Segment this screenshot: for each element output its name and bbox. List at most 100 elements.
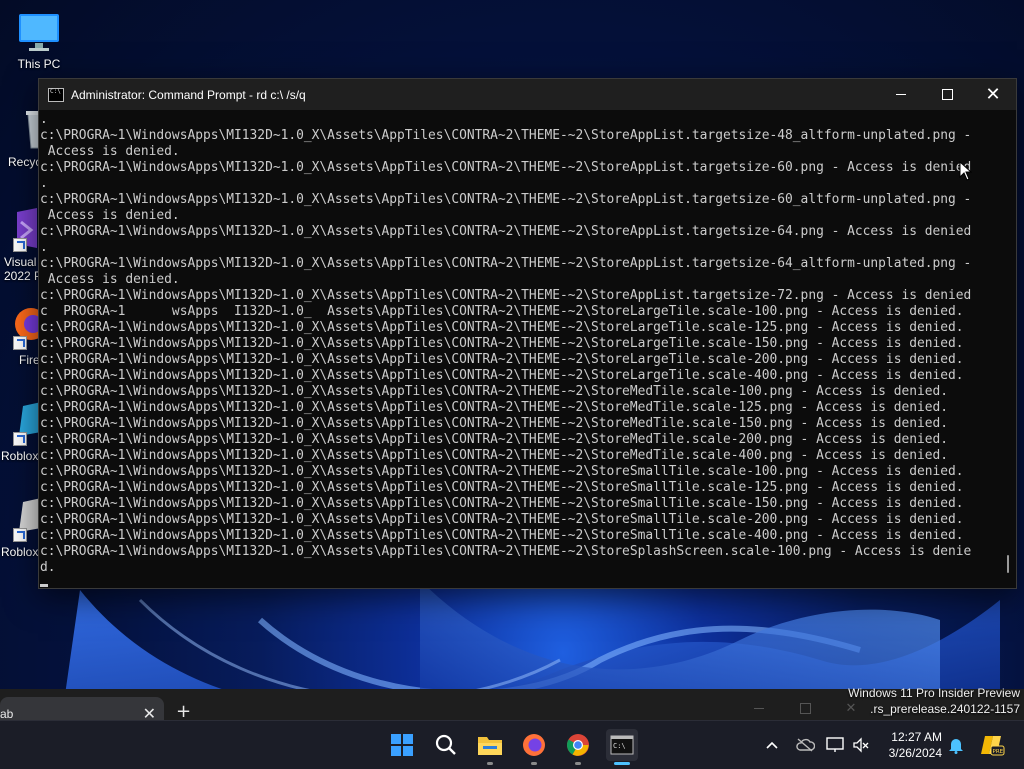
desktop-icon-recycle-bin[interactable]: Recyc bbox=[0, 108, 39, 169]
desktop-icon-visual-studio[interactable]: Visual 2022 P bbox=[0, 208, 39, 283]
svg-text:C:\: C:\ bbox=[613, 742, 626, 750]
console-line: c:\PROGRA~1\WindowsApps\MI132D~1.0_X\Ass… bbox=[40, 544, 972, 559]
console-line: c:\PROGRA~1\WindowsApps\MI132D~1.0_X\Ass… bbox=[40, 464, 964, 479]
console-line: c:\PROGRA~1\WindowsApps\MI132D~1.0_X\Ass… bbox=[40, 320, 964, 335]
running-indicator bbox=[614, 762, 630, 765]
browser-minimize-button[interactable] bbox=[736, 697, 782, 719]
text-cursor bbox=[40, 584, 48, 587]
console-line: Access is denied. bbox=[40, 144, 180, 159]
console-line: . bbox=[40, 176, 48, 191]
cmd-app-icon bbox=[48, 87, 64, 102]
console-line: c:\PROGRA~1\WindowsApps\MI132D~1.0_X\Ass… bbox=[40, 224, 972, 239]
minimize-button[interactable] bbox=[878, 79, 924, 110]
minimize-icon bbox=[896, 94, 906, 95]
file-explorer-icon bbox=[478, 737, 502, 755]
console-line: c PROGRA~1 wsApps I132D~1.0_ Assets\AppT… bbox=[40, 304, 964, 319]
console-line: c:\PROGRA~1\WindowsApps\MI132D~1.0_X\Ass… bbox=[40, 368, 964, 383]
shortcut-arrow-icon bbox=[13, 238, 27, 252]
roblox-icon bbox=[13, 402, 39, 446]
browser-maximize-button[interactable] bbox=[782, 697, 828, 719]
display-tray-button[interactable] bbox=[824, 721, 846, 769]
desktop-icon-label: Roblox bbox=[1, 545, 39, 559]
desktop-icon-roblox-studio[interactable]: Roblox bbox=[0, 498, 39, 559]
running-indicator bbox=[531, 762, 537, 765]
onedrive-tray-button[interactable] bbox=[794, 721, 816, 769]
console-line: c:\PROGRA~1\WindowsApps\MI132D~1.0_X\Ass… bbox=[40, 432, 949, 447]
start-icon bbox=[391, 734, 413, 756]
watermark-line-2: .rs_prerelease.240122-1157 bbox=[870, 702, 1020, 716]
visual-studio-icon bbox=[13, 208, 39, 252]
console-line: Access is denied. bbox=[40, 208, 180, 223]
console-line: . bbox=[40, 240, 48, 255]
console-line: Access is denied. bbox=[40, 272, 180, 287]
firefox-icon bbox=[13, 306, 39, 350]
volume-muted-icon bbox=[853, 737, 869, 753]
cmd-scrollbar-thumb[interactable] bbox=[1007, 555, 1009, 573]
mouse-pointer-icon bbox=[959, 160, 973, 181]
recycle-bin-icon bbox=[17, 108, 39, 152]
taskbar-clock[interactable]: 12:27 AM 3/26/2024 bbox=[889, 729, 942, 761]
desktop-icon-this-pc[interactable]: This PC bbox=[1, 10, 77, 71]
roblox-studio-icon bbox=[13, 498, 39, 542]
console-line: c:\PROGRA~1\WindowsApps\MI132D~1.0_X\Ass… bbox=[40, 336, 964, 351]
show-hidden-icons-button[interactable] bbox=[762, 721, 782, 769]
console-line: c:\PROGRA~1\WindowsApps\MI132D~1.0_X\Ass… bbox=[40, 528, 964, 543]
search-button[interactable] bbox=[430, 729, 462, 761]
monitor-icon bbox=[17, 10, 61, 54]
maximize-button[interactable] bbox=[924, 79, 970, 110]
console-line: c:\PROGRA~1\WindowsApps\MI132D~1.0_X\Ass… bbox=[40, 288, 972, 303]
console-line: c:\PROGRA~1\WindowsApps\MI132D~1.0_X\Ass… bbox=[40, 160, 972, 175]
console-line: c:\PROGRA~1\WindowsApps\MI132D~1.0_X\Ass… bbox=[40, 352, 964, 367]
console-line: c:\PROGRA~1\WindowsApps\MI132D~1.0_X\Ass… bbox=[40, 192, 972, 207]
copilot-pre-icon: PRE bbox=[981, 736, 1005, 756]
console-line: c:\PROGRA~1\WindowsApps\MI132D~1.0_X\Ass… bbox=[40, 480, 964, 495]
window-controls: ✕ bbox=[878, 79, 1016, 110]
cmd-titlebar[interactable]: Administrator: Command Prompt - rd c:\ /… bbox=[39, 79, 1016, 110]
desktop-icon-label: Visual 2022 P bbox=[4, 255, 39, 283]
desktop-icon-roblox-player[interactable]: Roblox bbox=[0, 402, 39, 463]
cloud-offline-icon bbox=[796, 738, 815, 752]
shortcut-arrow-icon bbox=[13, 432, 27, 446]
console-line: c:\PROGRA~1\WindowsApps\MI132D~1.0_X\Ass… bbox=[40, 448, 949, 463]
search-icon bbox=[435, 734, 456, 755]
svg-text:PRE: PRE bbox=[993, 749, 1004, 755]
console-line: c:\PROGRA~1\WindowsApps\MI132D~1.0_X\Ass… bbox=[40, 496, 964, 511]
shortcut-arrow-icon bbox=[13, 336, 27, 350]
notifications-button[interactable] bbox=[946, 721, 966, 769]
console-line: c:\PROGRA~1\WindowsApps\MI132D~1.0_X\Ass… bbox=[40, 384, 949, 399]
clock-date: 3/26/2024 bbox=[888, 746, 942, 760]
maximize-icon bbox=[799, 702, 811, 714]
desktop-icon-label: Roblox bbox=[1, 449, 39, 463]
chrome-icon bbox=[567, 734, 589, 756]
command-prompt-window[interactable]: Administrator: Command Prompt - rd c:\ /… bbox=[38, 78, 1017, 589]
close-button[interactable]: ✕ bbox=[970, 79, 1016, 110]
taskbar: C:\ 12:27 AM 3/26/2024 PRE bbox=[0, 720, 1024, 769]
console-line: c:\PROGRA~1\WindowsApps\MI132D~1.0_X\Ass… bbox=[40, 256, 972, 271]
console-line: c:\PROGRA~1\WindowsApps\MI132D~1.0_X\Ass… bbox=[40, 128, 972, 143]
copilot-button[interactable]: PRE bbox=[978, 721, 1006, 769]
windows-watermark: Windows 11 Pro Insider Preview .rs_prere… bbox=[848, 685, 1020, 717]
console-line: c:\PROGRA~1\WindowsApps\MI132D~1.0_X\Ass… bbox=[40, 512, 964, 527]
minimize-icon bbox=[754, 707, 764, 709]
close-icon: ✕ bbox=[985, 83, 1001, 105]
desktop-icon-firefox[interactable]: Firef bbox=[0, 306, 39, 367]
console-line: c:\PROGRA~1\WindowsApps\MI132D~1.0_X\Ass… bbox=[40, 400, 949, 415]
desktop-icon-label: Recyc bbox=[8, 155, 39, 169]
new-tab-button[interactable]: + bbox=[176, 701, 191, 722]
desktop-icon-label: Firef bbox=[19, 353, 39, 367]
running-indicator bbox=[575, 762, 581, 765]
chrome-taskbar-button[interactable] bbox=[562, 729, 594, 765]
firefox-taskbar-button[interactable] bbox=[518, 729, 550, 765]
cmd-console-output[interactable]: . c:\PROGRA~1\WindowsApps\MI132D~1.0_X\As… bbox=[39, 110, 1016, 588]
command-prompt-taskbar-button[interactable]: C:\ bbox=[606, 729, 638, 765]
desktop-icon-label: This PC bbox=[17, 57, 61, 71]
cmd-window-title: Administrator: Command Prompt - rd c:\ /… bbox=[71, 87, 306, 102]
start-button[interactable] bbox=[386, 729, 418, 761]
shortcut-arrow-icon bbox=[13, 528, 27, 542]
watermark-line-1: Windows 11 Pro Insider Preview bbox=[848, 686, 1020, 700]
console-line: c:\PROGRA~1\WindowsApps\MI132D~1.0_X\Ass… bbox=[40, 416, 949, 431]
display-icon bbox=[826, 737, 844, 752]
volume-tray-button[interactable] bbox=[850, 721, 872, 769]
firefox-icon bbox=[523, 734, 545, 756]
file-explorer-button[interactable] bbox=[474, 729, 506, 765]
